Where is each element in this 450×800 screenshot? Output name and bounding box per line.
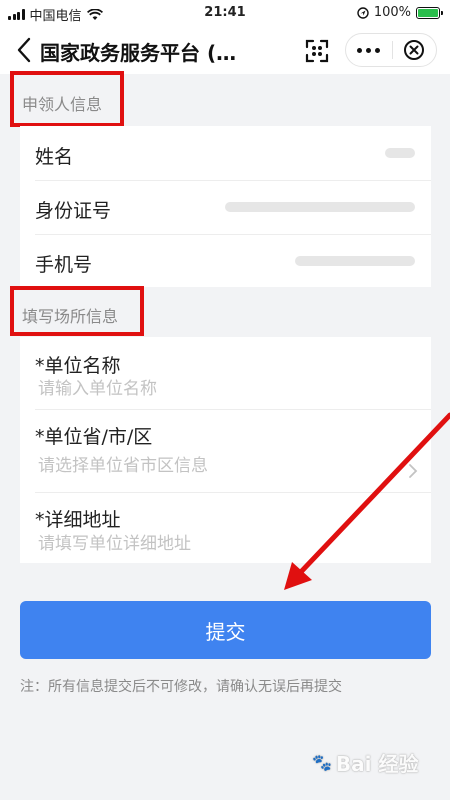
baidu-watermark: 🐾 Bai 经验 (312, 748, 418, 777)
watermark-text: Bai 经验 (335, 752, 419, 776)
arrow-annotation (284, 412, 450, 590)
paw-icon: 🐾 (312, 753, 332, 772)
